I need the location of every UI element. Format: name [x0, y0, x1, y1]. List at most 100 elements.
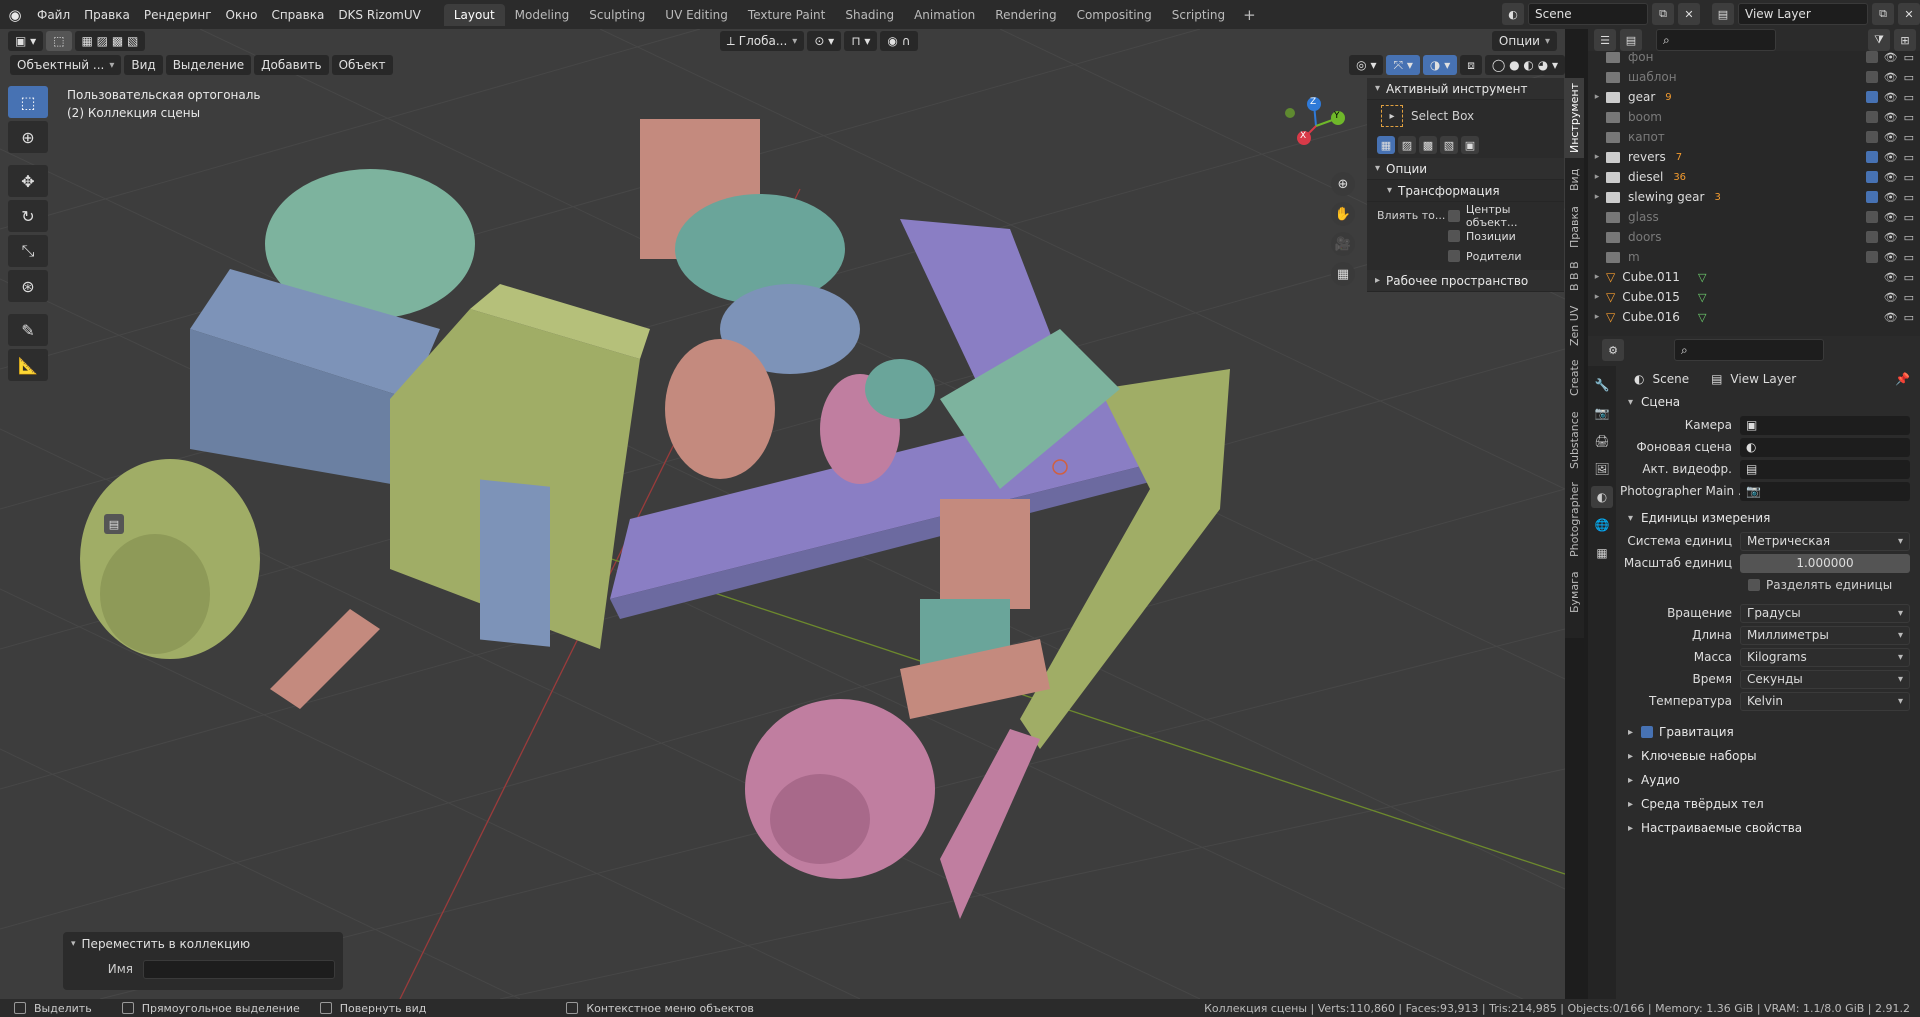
- visibility-eye-icon[interactable]: 👁: [1884, 131, 1898, 144]
- tab-rendering[interactable]: Rendering: [985, 4, 1066, 26]
- expand-arrow-icon[interactable]: ▸: [1588, 312, 1606, 322]
- workspace-header[interactable]: Рабочее пространство: [1367, 270, 1564, 292]
- expand-arrow-icon[interactable]: ▸: [1588, 292, 1606, 302]
- blender-logo-icon[interactable]: ◉: [0, 0, 30, 29]
- render-toggle-icon[interactable]: ▭: [1904, 171, 1914, 184]
- editor-type-button[interactable]: ▣ ▾: [8, 31, 44, 51]
- menu-render[interactable]: Рендеринг: [137, 8, 219, 22]
- measure-tool-icon[interactable]: 📐: [8, 349, 48, 381]
- background-scene-field[interactable]: ◐: [1740, 437, 1910, 457]
- visibility-button[interactable]: ◎ ▾: [1349, 55, 1384, 75]
- affect-parents-checkbox[interactable]: [1448, 250, 1461, 262]
- outliner-row[interactable]: m 👁 ▭: [1588, 247, 1920, 267]
- zoom-icon[interactable]: ⊕: [1331, 172, 1355, 196]
- exclude-checkbox[interactable]: [1865, 210, 1878, 223]
- overlay-toggle-button[interactable]: ◑ ▾: [1422, 55, 1458, 75]
- properties-search-input[interactable]: ⌕: [1674, 339, 1824, 361]
- scene-section-header[interactable]: Сцена: [1620, 390, 1918, 414]
- view-layer-field[interactable]: View Layer: [1738, 3, 1868, 25]
- menu-select[interactable]: Выделение: [165, 55, 252, 75]
- tab-photographer[interactable]: Photographer: [1565, 477, 1584, 562]
- pivot-point-button[interactable]: ⊙ ▾: [807, 31, 842, 51]
- menu-window[interactable]: Окно: [219, 8, 265, 22]
- mass-dropdown[interactable]: Kilograms: [1740, 647, 1910, 667]
- visibility-eye-icon[interactable]: 👁: [1884, 251, 1898, 264]
- tab-tool[interactable]: Инструмент: [1565, 78, 1584, 158]
- separate-units-row[interactable]: Разделять единицы: [1620, 574, 1918, 596]
- length-dropdown[interactable]: Миллиметры: [1740, 625, 1910, 645]
- separate-units-checkbox[interactable]: [1748, 579, 1760, 591]
- audio-section-header[interactable]: Аудио: [1620, 768, 1918, 792]
- mode-dropdown[interactable]: Объектный ...: [10, 55, 122, 75]
- snap-button[interactable]: ⊓ ▾: [844, 31, 878, 51]
- outliner-row[interactable]: ▸ revers 7 👁 ▭: [1588, 147, 1920, 167]
- transform-tool-icon[interactable]: ⊛: [8, 270, 48, 302]
- output-tab-icon[interactable]: 🖨: [1591, 430, 1613, 452]
- scene-name-field[interactable]: Scene: [1528, 3, 1648, 25]
- exclude-checkbox[interactable]: [1865, 110, 1878, 123]
- tab-sculpting[interactable]: Sculpting: [579, 4, 655, 26]
- world-tab-icon[interactable]: 🌐: [1591, 514, 1613, 536]
- exclude-checkbox[interactable]: [1865, 250, 1878, 263]
- exclude-checkbox[interactable]: [1865, 230, 1878, 243]
- camera-view-icon[interactable]: 🎥: [1331, 232, 1355, 256]
- time-dropdown[interactable]: Секунды: [1740, 669, 1910, 689]
- outliner-row[interactable]: ▸ ▽ Cube.015 ▽ 👁 ▭: [1588, 287, 1920, 307]
- camera-field[interactable]: ▣: [1740, 415, 1910, 435]
- outliner-row[interactable]: doors 👁 ▭: [1588, 227, 1920, 247]
- active-clip-field[interactable]: ▤: [1740, 459, 1910, 479]
- gizmo-toggle-button[interactable]: ⤧ ▾: [1386, 55, 1420, 75]
- tab-create[interactable]: Create: [1565, 353, 1584, 403]
- menu-add[interactable]: Добавить: [254, 55, 329, 75]
- render-toggle-icon[interactable]: ▭: [1904, 231, 1914, 244]
- tab-scripting[interactable]: Scripting: [1162, 4, 1235, 26]
- active-tool-row[interactable]: ▸ Select Box: [1367, 100, 1564, 132]
- options-dropdown[interactable]: Опции: [1491, 31, 1557, 51]
- view-layer-tab-icon[interactable]: 🖼: [1591, 458, 1613, 480]
- tab-paper[interactable]: Бумага: [1565, 564, 1584, 620]
- render-toggle-icon[interactable]: ▭: [1904, 51, 1914, 64]
- rotate-tool-icon[interactable]: ↻: [8, 200, 48, 232]
- 3d-viewport[interactable]: ▣ ▾ ⬚ ▦ ▨ ▩ ▧ ⟂ Глоба... ⊙ ▾ ⊓ ▾ ◉ ∩ Опц…: [0, 29, 1565, 999]
- mode-intersect-icon[interactable]: ▣: [1461, 136, 1479, 154]
- outliner-row[interactable]: шаблон 👁 ▭: [1588, 67, 1920, 87]
- menu-dks-rizomuv[interactable]: DKS RizomUV: [331, 8, 428, 22]
- menu-help[interactable]: Справка: [264, 8, 331, 22]
- select-tool-button[interactable]: ⬚: [46, 31, 72, 51]
- visibility-eye-icon[interactable]: 👁: [1884, 271, 1898, 284]
- exclude-checkbox[interactable]: [1865, 170, 1878, 183]
- select-box-tool-icon[interactable]: ⬚: [8, 86, 48, 118]
- view-layer-icon[interactable]: ▤: [1712, 3, 1734, 25]
- render-toggle-icon[interactable]: ▭: [1904, 211, 1914, 224]
- visibility-eye-icon[interactable]: 👁: [1884, 311, 1898, 324]
- gravity-section-header[interactable]: Гравитация: [1620, 720, 1918, 744]
- select-mode-buttons[interactable]: ▦ ▨ ▩ ▧: [74, 31, 146, 51]
- cursor-tool-icon[interactable]: ⊕: [8, 121, 48, 153]
- tab-uv-editing[interactable]: UV Editing: [655, 4, 738, 26]
- outliner-row[interactable]: ▸ slewing gear 3 👁 ▭: [1588, 187, 1920, 207]
- options-header[interactable]: Опции: [1367, 158, 1564, 180]
- shading-modes[interactable]: ◯ ● ◐ ◕ ▾: [1484, 55, 1565, 75]
- tab-edit[interactable]: Правка: [1565, 202, 1584, 252]
- scene-tab-icon[interactable]: ◐: [1591, 486, 1613, 508]
- mode-new-icon[interactable]: ▦: [1377, 136, 1395, 154]
- render-toggle-icon[interactable]: ▭: [1904, 111, 1914, 124]
- custom-properties-section-header[interactable]: Настраиваемые свойства: [1620, 816, 1918, 840]
- render-toggle-icon[interactable]: ▭: [1904, 131, 1914, 144]
- delete-view-layer-icon[interactable]: ✕: [1898, 3, 1920, 25]
- mode-invert-icon[interactable]: ▧: [1440, 136, 1458, 154]
- tab-bbb[interactable]: B B B: [1565, 254, 1584, 299]
- affect-origins-checkbox[interactable]: [1448, 210, 1460, 222]
- properties-editor-icon[interactable]: ⚙: [1602, 339, 1624, 361]
- visibility-eye-icon[interactable]: 👁: [1884, 151, 1898, 164]
- gravity-checkbox[interactable]: [1641, 726, 1654, 738]
- unit-scale-field[interactable]: 1.000000: [1740, 553, 1910, 573]
- exclude-checkbox[interactable]: [1865, 70, 1878, 83]
- outliner-row[interactable]: boom 👁 ▭: [1588, 107, 1920, 127]
- visibility-eye-icon[interactable]: 👁: [1884, 171, 1898, 184]
- exclude-checkbox[interactable]: [1865, 150, 1878, 163]
- outliner-row[interactable]: ▸ diesel 36 👁 ▭: [1588, 167, 1920, 187]
- transform-orientation-dropdown[interactable]: ⟂ Глоба...: [719, 31, 805, 51]
- temperature-dropdown[interactable]: Kelvin: [1740, 691, 1910, 711]
- render-toggle-icon[interactable]: ▭: [1904, 71, 1914, 84]
